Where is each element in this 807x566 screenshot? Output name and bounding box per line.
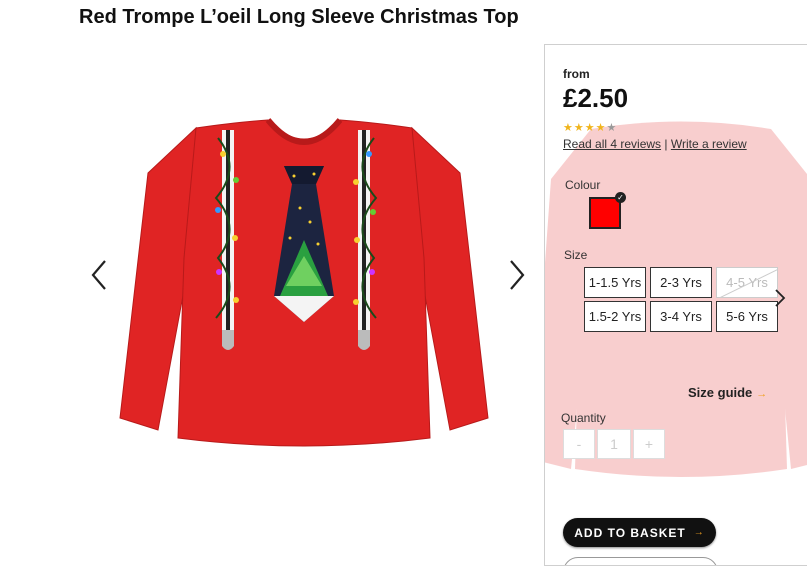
product-image-gallery	[60, 90, 544, 490]
star-icon: ★	[573, 122, 585, 134]
product-main-image	[119, 118, 489, 447]
rating-stars: ★★★★★	[563, 121, 617, 134]
add-to-basket-label: ADD TO BASKET	[574, 525, 686, 540]
add-to-basket-button[interactable]: ADD TO BASKET →	[563, 518, 716, 547]
size-option[interactable]: 5-6 Yrs	[716, 301, 778, 332]
size-options: 1-1.5 Yrs 2-3 Yrs 4-5 Yrs 1.5-2 Yrs 3-4 …	[584, 267, 778, 332]
size-option[interactable]: 1.5-2 Yrs	[584, 301, 646, 332]
size-guide-link[interactable]: Size guide →	[688, 385, 767, 400]
chevron-left-icon	[91, 260, 106, 290]
quantity-input[interactable]: 1	[597, 429, 631, 459]
gallery-prev-button[interactable]	[85, 255, 115, 295]
star-icon: ★	[595, 122, 607, 134]
colour-label: Colour	[565, 178, 601, 192]
check-icon: ✓	[615, 192, 626, 203]
secondary-button[interactable]	[563, 557, 718, 565]
gallery-next-button[interactable]	[501, 255, 531, 295]
size-option[interactable]: 3-4 Yrs	[650, 301, 712, 332]
size-guide-label: Size guide	[688, 385, 753, 400]
size-label: Size	[564, 248, 588, 262]
product-purchase-panel: from £2.50 ★★★★★ Read all 4 reviews | Wr…	[544, 44, 807, 566]
chevron-right-icon	[510, 260, 525, 290]
quantity-stepper: - 1 +	[563, 429, 665, 459]
price: £2.50	[563, 83, 629, 113]
star-icon: ★	[563, 122, 574, 134]
quantity-label: Quantity	[561, 411, 606, 425]
size-option[interactable]: 2-3 Yrs	[650, 267, 712, 298]
star-icon: ★	[606, 122, 618, 134]
star-icon: ★	[584, 122, 596, 134]
arrow-right-icon: →	[693, 527, 705, 538]
reviews-links: Read all 4 reviews | Write a review	[563, 137, 747, 151]
reviews-separator: |	[664, 137, 668, 151]
quantity-decrement-button[interactable]: -	[563, 429, 595, 459]
quantity-increment-button[interactable]: +	[633, 429, 665, 459]
size-option-unavailable: 4-5 Yrs	[716, 267, 778, 298]
size-option[interactable]: 1-1.5 Yrs	[584, 267, 646, 298]
product-title: Red Trompe L’oeil Long Sleeve Christmas …	[79, 6, 519, 28]
price-prefix: from	[563, 67, 590, 81]
write-review-link[interactable]: Write a review	[671, 137, 747, 151]
chevron-right-icon[interactable]	[773, 287, 787, 309]
read-reviews-link[interactable]: Read all 4 reviews	[563, 137, 661, 151]
arrow-right-icon: →	[756, 388, 768, 400]
